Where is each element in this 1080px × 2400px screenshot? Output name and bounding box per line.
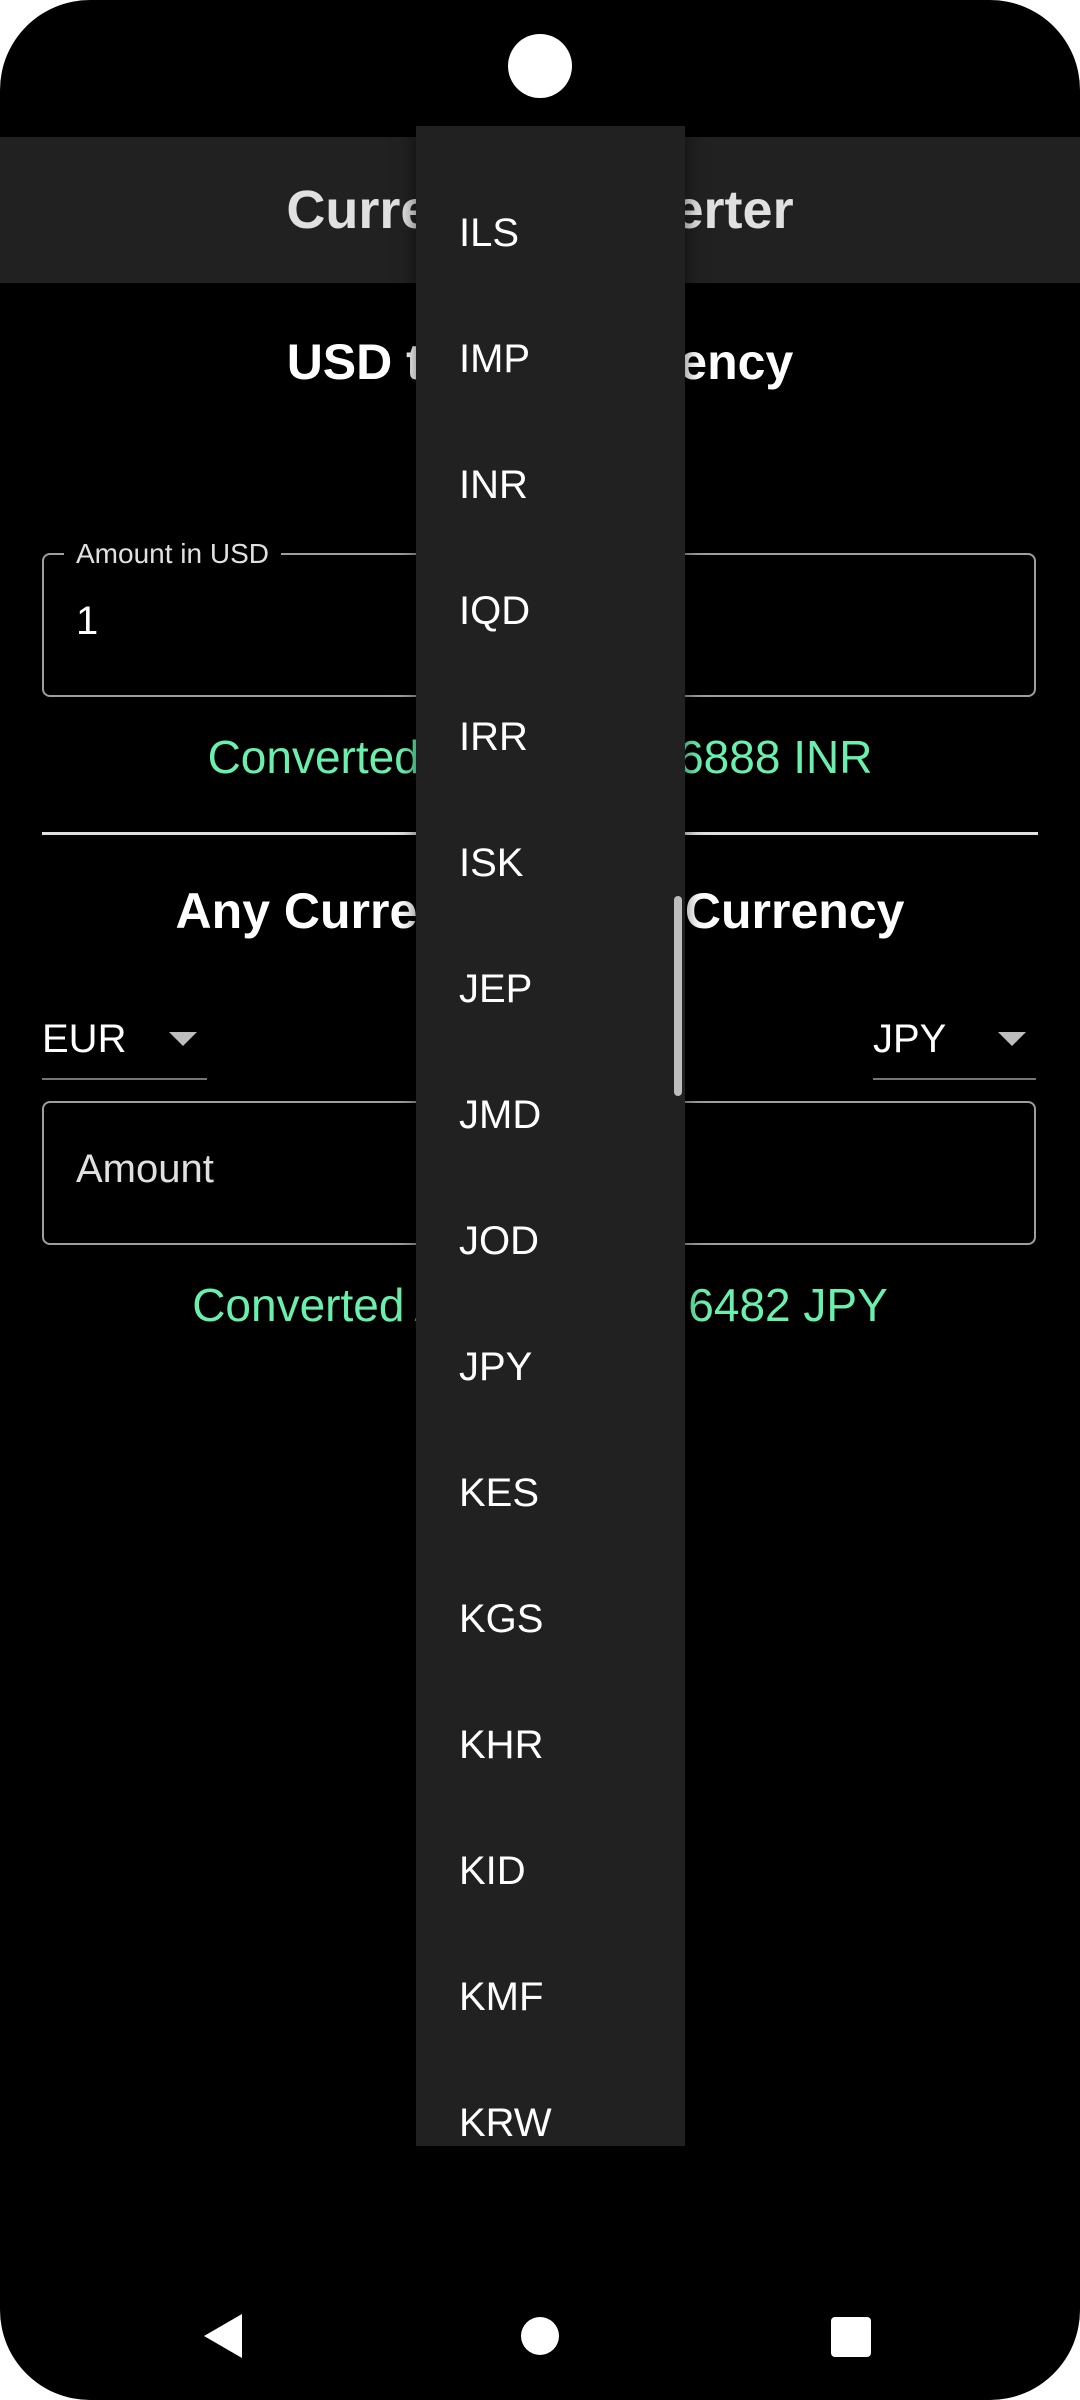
dropdown-item[interactable]: KES [416,1430,685,1556]
usd-amount-value[interactable]: 1 [76,599,98,644]
dropdown-item[interactable]: KRW [416,2060,685,2146]
dropdown-item[interactable]: JPY [416,1304,685,1430]
to-currency-value: JPY [873,1016,947,1061]
dropdown-item[interactable]: KGS [416,1556,685,1682]
dropdown-item[interactable]: ISK [416,800,685,926]
camera-cutout [508,34,572,98]
currency-dropdown-menu[interactable]: ILS IMP INR IQD IRR ISK JEP JMD JOD JPY … [416,126,685,2146]
dropdown-item[interactable]: JOD [416,1178,685,1304]
dropdown-item[interactable]: IQD [416,548,685,674]
home-icon[interactable] [521,2317,559,2355]
usd-amount-label: Amount in USD [64,538,281,570]
to-currency-select[interactable]: JPY [873,1000,1036,1080]
system-nav-bar [0,2280,1080,2400]
dropdown-arrow-icon [169,1032,197,1046]
dropdown-item[interactable]: IRR [416,674,685,800]
recent-apps-icon[interactable] [831,2317,871,2357]
dropdown-item[interactable]: JEP [416,926,685,1052]
dropdown-item[interactable]: INR [416,422,685,548]
dropdown-item[interactable]: KHR [416,1682,685,1808]
dropdown-item[interactable]: IMP [416,296,685,422]
dropdown-item[interactable]: KMF [416,1934,685,2060]
dropdown-scrollbar[interactable] [674,896,682,1096]
dropdown-item[interactable]: ILS [416,170,685,296]
phone-screen: Currency Converter USD to Any Currency A… [0,0,1080,2400]
dropdown-arrow-icon [998,1032,1026,1046]
from-currency-value: EUR [42,1016,127,1061]
dropdown-item[interactable]: KID [416,1808,685,1934]
back-icon[interactable] [204,2314,242,2358]
from-currency-select[interactable]: EUR [42,1000,207,1080]
any-amount-placeholder: Amount [76,1147,214,1191]
dropdown-item[interactable]: JMD [416,1052,685,1178]
